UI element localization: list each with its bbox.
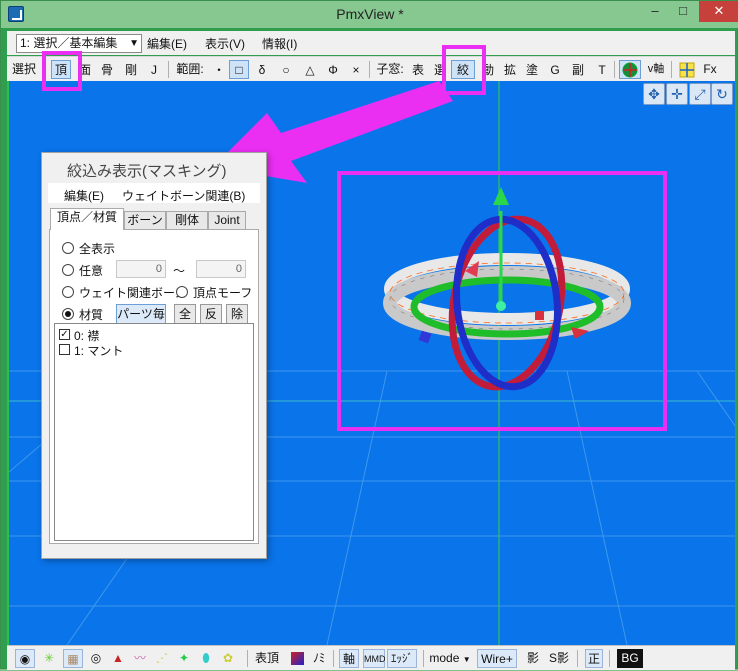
shadow-button[interactable]: 影 xyxy=(525,649,541,668)
target-icon[interactable]: ◎ xyxy=(87,649,105,668)
radio-vertex-morph[interactable] xyxy=(176,286,188,298)
chevron-down-icon: ▼ xyxy=(462,655,471,664)
pmxview-window: PmxView * – □ ✕ 1: 選択／基本編集 ▼ 編集(E) 表示(V) … xyxy=(0,0,738,670)
figure-icon[interactable]: ✦ xyxy=(175,649,193,668)
edge-button[interactable]: ｴｯｼﾞ xyxy=(387,649,417,668)
point-mode-icon[interactable]: ◉ xyxy=(15,649,35,668)
toolbar-divider xyxy=(423,650,424,667)
wave-icon[interactable]: 〰 xyxy=(131,649,149,668)
radio-show-all-label: 全表示 xyxy=(79,242,116,256)
mmd-button[interactable]: MMD xyxy=(363,649,386,668)
list-item[interactable]: 1: マント xyxy=(74,342,123,359)
tilde-label: ～ xyxy=(173,264,186,278)
color-swatch-icon[interactable] xyxy=(289,649,305,668)
axis-button[interactable]: 軸 xyxy=(339,649,359,668)
radio-any[interactable] xyxy=(62,264,74,276)
toolbar-divider xyxy=(333,650,334,667)
radio-material-label: 材質 xyxy=(79,308,104,322)
tab-body: 全表示 任意 0 ～ 0 ウェイト関連ボーン 頂点モーフ 材質 パーツ毎 全 反… xyxy=(49,229,259,544)
masking-panel-menu: 編集(E) ウェイトボーン関連(B) xyxy=(48,183,260,203)
grass-icon[interactable]: ✳ xyxy=(39,649,59,668)
mode-dropdown-label: mode xyxy=(429,651,460,665)
cube-icon[interactable]: ✿ xyxy=(219,649,237,668)
lines-icon[interactable]: ⋰ xyxy=(153,649,171,668)
parts-button[interactable]: パーツ毎 xyxy=(116,304,166,324)
mask-menu-weight[interactable]: ウェイトボーン関連(B) xyxy=(122,187,245,204)
toolbar-divider xyxy=(609,650,610,667)
vertex-table-button[interactable]: 表頂 xyxy=(253,649,281,668)
radio-weight-bone-label: ウェイト関連ボーン xyxy=(79,286,187,300)
wire-button[interactable]: Wire+ xyxy=(477,649,517,668)
all-button[interactable]: 全 xyxy=(174,304,196,324)
front-view-button[interactable]: 正 xyxy=(585,649,603,668)
any-to-field[interactable]: 0 xyxy=(196,260,246,278)
toolbar-divider xyxy=(247,650,248,667)
bottom-toolbar: ◉ ✳ ▦ ◎ ▲ 〰 ⋰ ✦ ⬮ ✿ 表頂 ﾉﾐ 軸 MMD ｴｯｼﾞ mod… xyxy=(7,645,735,670)
material-checkbox-1[interactable] xyxy=(59,344,70,355)
tab-rigid[interactable]: 剛体 xyxy=(166,211,208,229)
radio-any-label: 任意 xyxy=(79,264,104,278)
no-button[interactable]: ﾉﾐ xyxy=(311,649,327,668)
tab-bone[interactable]: ボーン xyxy=(124,211,166,229)
radio-show-all[interactable] xyxy=(62,242,74,254)
masking-panel-title: 絞込み表示(マスキング) xyxy=(67,163,227,180)
toolbar-divider xyxy=(577,650,578,667)
radio-weight-bone[interactable] xyxy=(62,286,74,298)
radio-vertex-morph-label: 頂点モーフ xyxy=(193,286,253,300)
masking-panel: 絞込み表示(マスキング) 編集(E) ウェイトボーン関連(B) 頂点／材質 ボー… xyxy=(41,152,267,559)
triangle-icon[interactable]: ▲ xyxy=(109,649,127,668)
exclude-button[interactable]: 除 xyxy=(226,304,248,324)
capsule-icon[interactable]: ⬮ xyxy=(197,649,215,668)
material-list[interactable]: ✓ 0: 襟 1: マント xyxy=(54,323,254,541)
tab-vertex-material[interactable]: 頂点／材質 xyxy=(50,208,124,230)
mode-dropdown[interactable]: mode ▼ xyxy=(427,649,473,668)
invert-button[interactable]: 反 xyxy=(200,304,222,324)
any-from-field[interactable]: 0 xyxy=(116,260,166,278)
self-shadow-button[interactable]: S影 xyxy=(547,649,571,668)
radio-material[interactable] xyxy=(62,308,74,320)
tab-joint[interactable]: Joint xyxy=(208,211,246,229)
bg-button[interactable]: BG xyxy=(617,649,643,668)
material-checkbox-0[interactable]: ✓ xyxy=(59,329,70,340)
texture-icon[interactable]: ▦ xyxy=(63,649,83,668)
mask-menu-edit[interactable]: 編集(E) xyxy=(64,187,104,204)
